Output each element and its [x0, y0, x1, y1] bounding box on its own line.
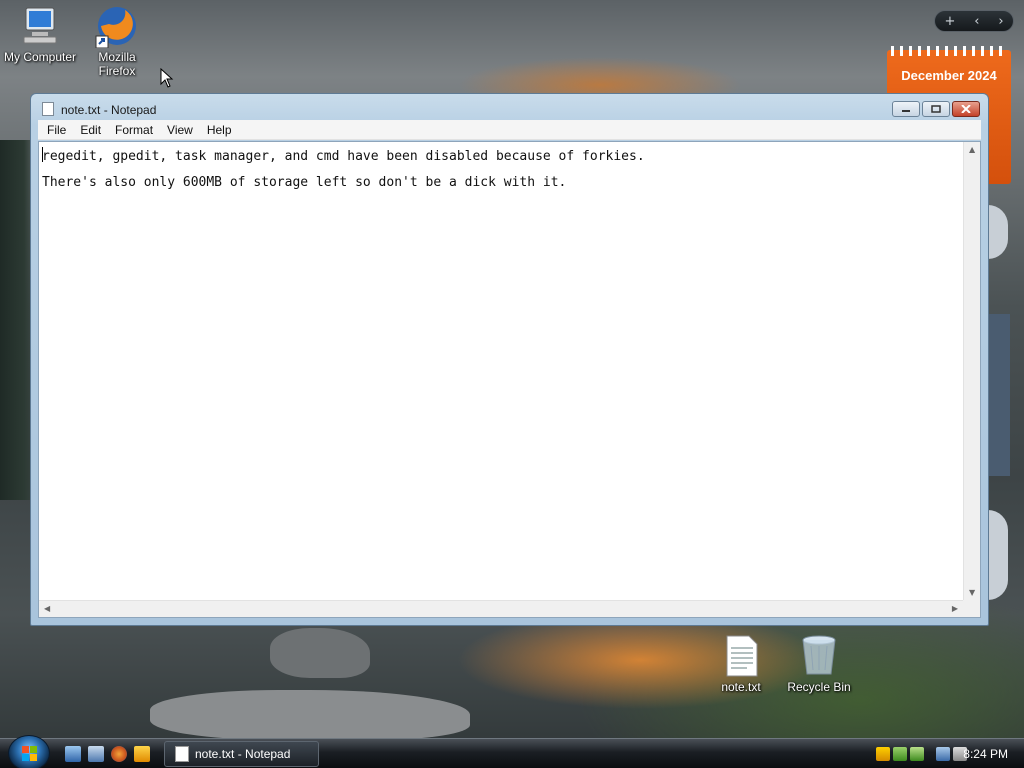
- menu-view[interactable]: View: [160, 123, 200, 137]
- feed-gadget-edge[interactable]: [988, 314, 1010, 476]
- clock-gadget-edge[interactable]: [988, 205, 1008, 259]
- sidebar-controls[interactable]: + ‹ ›: [934, 10, 1014, 32]
- window-title: note.txt - Notepad: [61, 103, 157, 117]
- horizontal-scrollbar[interactable]: ◀ ▶: [39, 600, 963, 617]
- menu-edit[interactable]: Edit: [73, 123, 108, 137]
- desktop-icon-firefox[interactable]: Mozilla Firefox: [77, 4, 157, 78]
- wallpaper-rock: [270, 628, 370, 678]
- taskbar-clock[interactable]: 8:24 PM: [963, 747, 1008, 761]
- scroll-up-icon[interactable]: ▲: [969, 145, 975, 154]
- network-status-icon[interactable]: [910, 747, 924, 761]
- add-gadget-icon[interactable]: +: [944, 14, 955, 29]
- taskbar: note.txt - Notepad 8:24 PM: [0, 735, 1024, 768]
- start-button[interactable]: [8, 735, 50, 768]
- desktop-icon-label: note.txt: [721, 680, 761, 694]
- notepad-icon: [42, 102, 54, 116]
- media-player-icon[interactable]: [134, 746, 150, 762]
- taskbar-notepad-button[interactable]: note.txt - Notepad: [164, 741, 319, 767]
- vertical-scrollbar[interactable]: ▲ ▼: [963, 142, 980, 600]
- close-button[interactable]: [952, 101, 980, 117]
- menu-help[interactable]: Help: [200, 123, 239, 137]
- desktop-icon-my-computer[interactable]: My Computer: [0, 4, 80, 64]
- text-file-icon: [719, 634, 763, 678]
- notepad-window[interactable]: note.txt - Notepad File Edit Format View…: [30, 93, 989, 626]
- computer-icon: [18, 4, 62, 48]
- security-shield-icon[interactable]: [876, 747, 890, 761]
- minimize-button[interactable]: [892, 101, 920, 117]
- show-desktop-icon[interactable]: [65, 746, 81, 762]
- next-page-icon[interactable]: ›: [998, 14, 1003, 29]
- notepad-icon: [175, 746, 189, 762]
- scroll-right-icon[interactable]: ▶: [952, 604, 958, 613]
- desktop-icon-label: Mozilla Firefox: [98, 50, 136, 78]
- switch-windows-icon[interactable]: [88, 746, 104, 762]
- desktop-icon-label: Recycle Bin: [787, 680, 851, 694]
- maximize-button[interactable]: [922, 101, 950, 117]
- size-grip[interactable]: [963, 600, 980, 617]
- menu-file[interactable]: File: [40, 123, 73, 137]
- scroll-left-icon[interactable]: ◀: [44, 604, 50, 613]
- clock-gadget-edge[interactable]: [988, 510, 1008, 600]
- menu-bar: File Edit Format View Help: [38, 120, 981, 140]
- text-line-1: regedit, gpedit, task manager, and cmd h…: [42, 149, 645, 164]
- firefox-quicklaunch-icon[interactable]: [111, 746, 127, 762]
- scroll-down-icon[interactable]: ▼: [969, 588, 975, 597]
- mouse-pointer-icon: [160, 68, 174, 88]
- text-content[interactable]: regedit, gpedit, task manager, and cmd h…: [39, 142, 963, 600]
- calendar-month-label: December 2024: [901, 68, 997, 83]
- close-icon: [961, 105, 971, 113]
- desktop-icon-note-txt[interactable]: note.txt: [701, 634, 781, 694]
- desktop-icon-recycle-bin[interactable]: Recycle Bin: [779, 634, 859, 694]
- previous-page-icon[interactable]: ‹: [974, 14, 979, 29]
- network-icon[interactable]: [936, 747, 950, 761]
- calendar-rings: [891, 46, 1007, 56]
- wallpaper-rock: [150, 690, 470, 740]
- windows-logo-icon: [22, 746, 37, 761]
- security-center-icon[interactable]: [893, 747, 907, 761]
- menu-format[interactable]: Format: [108, 123, 160, 137]
- maximize-icon: [931, 105, 941, 113]
- recycle-bin-icon: [797, 634, 841, 678]
- window-titlebar[interactable]: note.txt - Notepad: [31, 94, 988, 120]
- desktop-icon-label: My Computer: [3, 50, 77, 64]
- text-editor[interactable]: regedit, gpedit, task manager, and cmd h…: [38, 141, 981, 618]
- firefox-icon: [95, 4, 139, 49]
- caption-buttons: [892, 101, 980, 117]
- minimize-icon: [902, 110, 910, 112]
- taskbar-button-label: note.txt - Notepad: [195, 747, 291, 761]
- text-line-2: There's also only 600MB of storage left …: [42, 175, 567, 190]
